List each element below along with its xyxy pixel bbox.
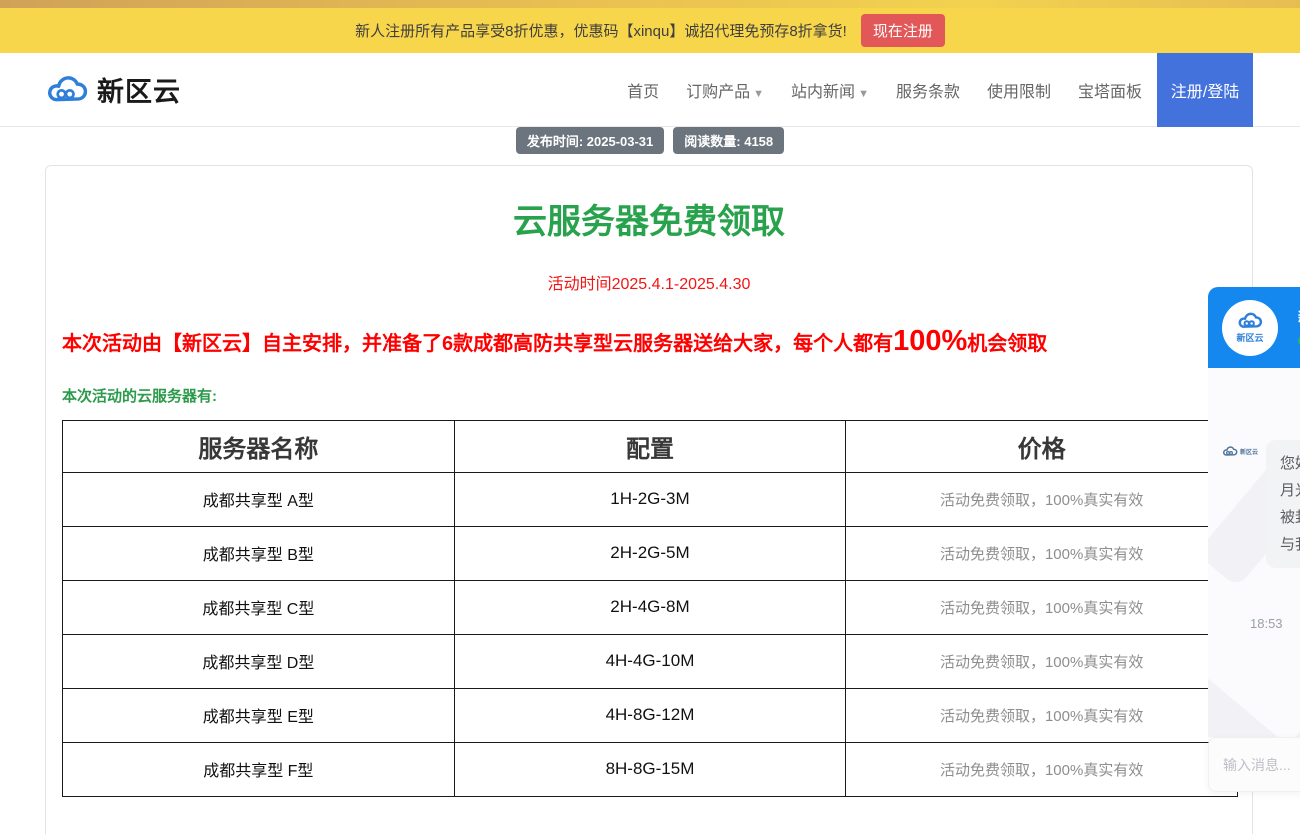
server-config: 8H-8G-15M	[454, 742, 846, 796]
message-line: 被封	[1280, 504, 1300, 531]
server-price: 活动免费领取，100%真实有效	[846, 634, 1238, 688]
table-header-row: 服务器名称 配置 价格	[63, 420, 1238, 472]
chat-input-panel	[1208, 737, 1300, 792]
nav-item-products[interactable]: 订购产品▼	[686, 78, 764, 102]
nav-item-home[interactable]: 首页	[627, 78, 659, 102]
promo-banner: 新人注册所有产品享受8折优惠，优惠码【xinqu】诚招代理免预存8折拿货! 现在…	[0, 8, 1300, 53]
server-config: 4H-4G-10M	[454, 634, 846, 688]
brand-logo[interactable]: 新区云	[45, 70, 181, 109]
article-meta: 发布时间: 2025-03-31 阅读数量: 4158	[0, 127, 1300, 154]
server-name: 成都共享型 D型	[63, 634, 455, 688]
login-register-button[interactable]: 注册/登陆	[1157, 53, 1253, 127]
col-header-config: 配置	[454, 420, 846, 472]
cloud-logo-icon	[1237, 312, 1263, 330]
server-config: 2H-4G-8M	[454, 580, 846, 634]
server-price: 活动免费领取，100%真实有效	[846, 580, 1238, 634]
register-now-button[interactable]: 现在注册	[861, 14, 945, 47]
message-timestamp: 18:53	[1250, 616, 1283, 631]
chat-message-input[interactable]	[1223, 757, 1300, 773]
message-line: 月光	[1280, 477, 1300, 504]
server-name: 成都共享型 F型	[63, 742, 455, 796]
server-name: 成都共享型 B型	[63, 526, 455, 580]
chat-message-area: 新区云 您好 月光 被封 与我 18:53	[1208, 368, 1300, 737]
message-line: 与我	[1280, 531, 1300, 558]
article-card: 云服务器免费领取 活动时间2025.4.1-2025.4.30 本次活动由【新区…	[45, 165, 1253, 834]
banner-accent-strip	[0, 0, 1300, 8]
chevron-down-icon: ▼	[858, 88, 869, 100]
server-price: 活动免费领取，100%真实有效	[846, 688, 1238, 742]
server-config: 2H-2G-5M	[454, 526, 846, 580]
intro-highlight: 100%	[893, 325, 967, 357]
page-title: 云服务器免费领取	[62, 194, 1236, 243]
chat-message: 新区云 您好 月光 被封 与我	[1222, 440, 1300, 568]
nav-menu: 首页 订购产品▼ 站内新闻▼ 服务条款 使用限制 宝塔面板	[627, 78, 1142, 102]
col-header-server-name: 服务器名称	[63, 420, 455, 472]
navbar: 新区云 首页 订购产品▼ 站内新闻▼ 服务条款 使用限制 宝塔面板 注册/登陆	[0, 53, 1300, 127]
message-line: 您好	[1280, 450, 1300, 477]
intro-suffix: 机会领取	[967, 333, 1047, 355]
avatar: 新区云	[1222, 300, 1278, 356]
cloud-logo-icon	[45, 74, 89, 106]
cloud-logo-icon	[1222, 446, 1238, 457]
agent-avatar: 新区云	[1222, 446, 1258, 457]
table-row: 成都共享型 E型 4H-8G-12M 活动免费领取，100%真实有效	[63, 688, 1238, 742]
chevron-down-icon: ▼	[753, 88, 764, 100]
nav-item-terms[interactable]: 服务条款	[896, 78, 960, 102]
server-price: 活动免费领取，100%真实有效	[846, 526, 1238, 580]
nav-item-news[interactable]: 站内新闻▼	[791, 78, 869, 102]
avatar-brand-text: 新区云	[1236, 331, 1263, 344]
table-row: 成都共享型 A型 1H-2G-3M 活动免费领取，100%真实有效	[63, 472, 1238, 526]
server-price: 活动免费领取，100%真实有效	[846, 472, 1238, 526]
brand-name: 新区云	[97, 70, 181, 109]
server-config: 1H-2G-3M	[454, 472, 846, 526]
chat-widget: 新区云 新区 在 新区云 您好 月光	[1208, 287, 1300, 792]
server-name: 成都共享型 C型	[63, 580, 455, 634]
publish-date-badge: 发布时间: 2025-03-31	[516, 127, 664, 154]
nav-item-baota[interactable]: 宝塔面板	[1078, 78, 1142, 102]
agent-avatar-text: 新区云	[1240, 447, 1258, 456]
table-row: 成都共享型 C型 2H-4G-8M 活动免费领取，100%真实有效	[63, 580, 1238, 634]
promo-text: 新人注册所有产品享受8折优惠，优惠码【xinqu】诚招代理免预存8折拿货!	[355, 20, 847, 41]
server-price: 活动免费领取，100%真实有效	[846, 742, 1238, 796]
server-config: 4H-8G-12M	[454, 688, 846, 742]
server-offer-table: 服务器名称 配置 价格 成都共享型 A型 1H-2G-3M 活动免费领取，100…	[62, 420, 1238, 797]
activity-intro: 本次活动由【新区云】自主安排，并准备了6款成都高防共享型云服务器送给大家，每个人…	[62, 323, 1236, 361]
server-name: 成都共享型 E型	[63, 688, 455, 742]
col-header-price: 价格	[846, 420, 1238, 472]
table-row: 成都共享型 F型 8H-8G-15M 活动免费领取，100%真实有效	[63, 742, 1238, 796]
server-name: 成都共享型 A型	[63, 472, 455, 526]
read-count-badge: 阅读数量: 4158	[673, 127, 784, 154]
activity-period: 活动时间2025.4.1-2025.4.30	[62, 270, 1236, 294]
server-list-label: 本次活动的云服务器有:	[62, 385, 1236, 406]
chat-header: 新区云 新区 在	[1208, 287, 1300, 368]
intro-prefix: 本次活动由【新区云】自主安排，并准备了6款成都高防共享型云服务器送给大家，每个人…	[62, 333, 893, 355]
background-pattern	[1208, 669, 1288, 737]
nav-item-limits[interactable]: 使用限制	[987, 78, 1051, 102]
table-row: 成都共享型 B型 2H-2G-5M 活动免费领取，100%真实有效	[63, 526, 1238, 580]
chat-bubble: 您好 月光 被封 与我	[1266, 440, 1300, 568]
table-row: 成都共享型 D型 4H-4G-10M 活动免费领取，100%真实有效	[63, 634, 1238, 688]
